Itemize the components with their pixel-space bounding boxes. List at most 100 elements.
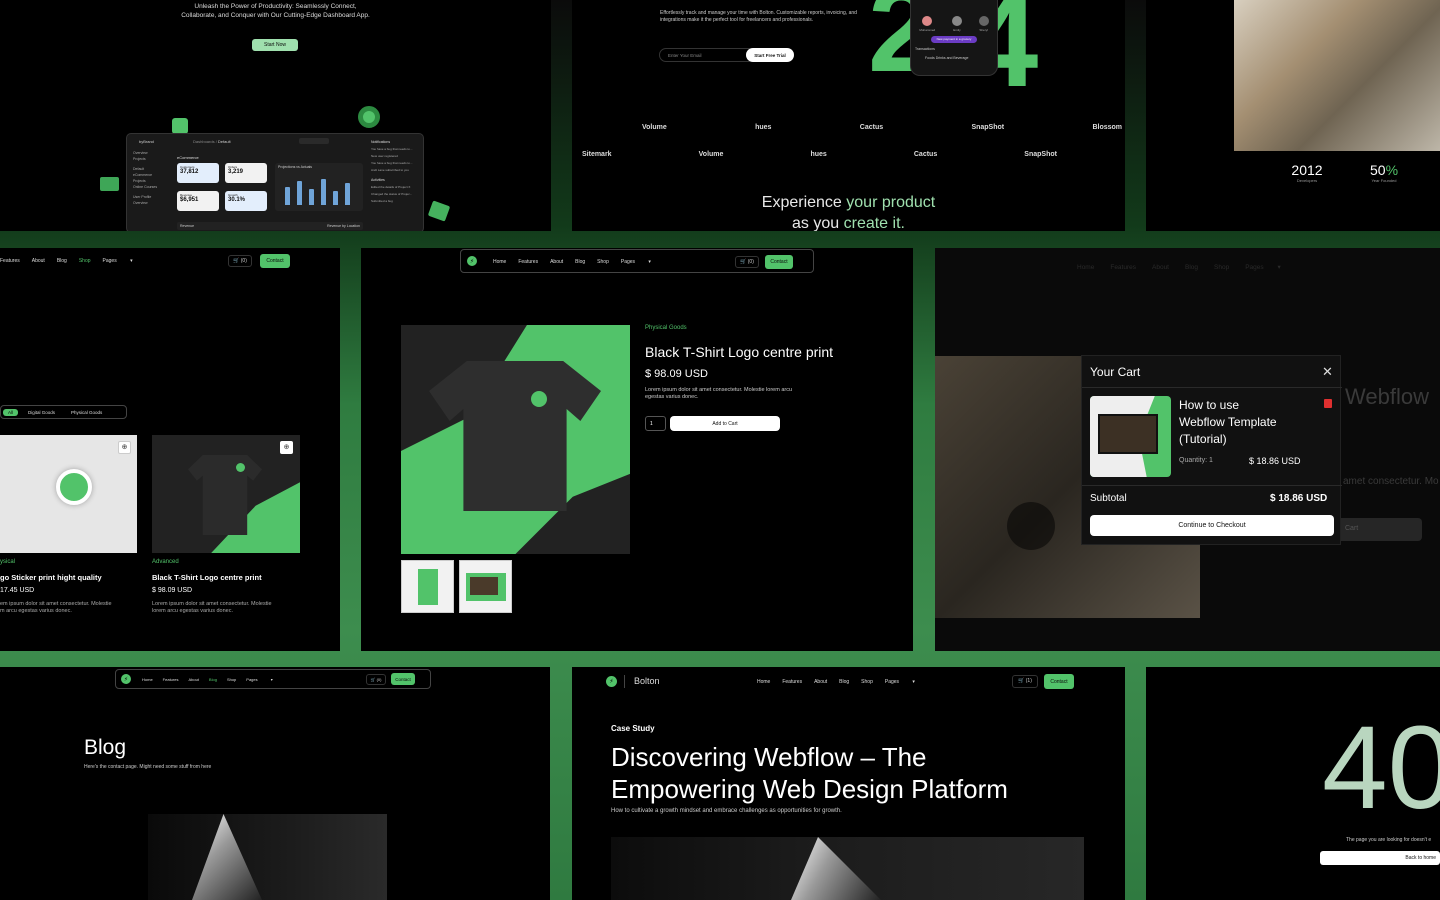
product-card[interactable]: ⊕ <box>152 435 300 553</box>
panel-stats: 2012 Developers 50% Year Founded <box>1146 0 1440 231</box>
nav-home[interactable]: Home <box>493 259 506 265</box>
dashboard-sidebar: Overview Projects Default eCommerce Proj… <box>133 151 158 205</box>
nav-shop[interactable]: Shop <box>597 259 609 265</box>
activity-item: Changed the status of Projec... <box>371 192 413 196</box>
tshirt-logo-icon <box>236 463 245 472</box>
nav-home[interactable]: Home <box>757 679 770 685</box>
product-card[interactable]: ⊕ <box>0 435 137 553</box>
case-study-nav: Home Features About Blog Shop Pages ▾ <box>757 679 927 685</box>
filter-physical-goods[interactable]: Physical Goods <box>71 410 102 415</box>
eyebrow: Case Study <box>611 724 655 733</box>
cart-button[interactable]: 🛒 (0) <box>735 256 759 268</box>
cart-button[interactable]: 🛒 (1) <box>1012 675 1038 688</box>
contact-button[interactable]: Contact <box>260 254 290 268</box>
volume-logo: Volume <box>642 124 667 131</box>
play-icon[interactable] <box>1007 502 1055 550</box>
subtotal-label: Subtotal <box>1090 493 1127 504</box>
bolton-logo-icon[interactable]: ⚡ <box>467 256 477 266</box>
nav-pages[interactable]: Pages ▾ <box>246 677 272 682</box>
hues-logo: hues <box>755 124 772 131</box>
thumbnail-2[interactable] <box>459 560 512 613</box>
nav-blog[interactable]: Blog <box>209 677 217 682</box>
nav-home[interactable]: Home <box>142 677 153 682</box>
hero-tagline-2: Collaborate, and Conquer with Our Cuttin… <box>181 12 370 19</box>
bolton-logo-icon[interactable]: ⚡ <box>121 674 131 684</box>
contact-button[interactable]: Contact <box>391 673 415 685</box>
logo-row-2: Sitemark Volume hues Cactus SnapShot <box>582 151 1057 158</box>
trash-icon[interactable] <box>1324 399 1332 408</box>
add-to-cart-icon[interactable]: ⊕ <box>118 441 131 454</box>
add-to-cart-icon[interactable]: ⊕ <box>280 441 293 454</box>
nav-about[interactable]: About <box>188 677 198 682</box>
nav-features[interactable]: Features <box>163 677 179 682</box>
product-desc: em ipsum dolor sit amet consectetur. Mol… <box>0 601 112 614</box>
product-category: ysical <box>0 559 16 565</box>
email-input[interactable]: Enter Your Email <box>659 48 755 62</box>
activity-item: Edited the details of Project X <box>371 185 411 189</box>
cart-button[interactable]: 🛒 (0) <box>228 255 252 267</box>
add-to-cart-button[interactable]: Add to Cart <box>670 416 780 431</box>
nav-blog[interactable]: Blog <box>57 258 67 264</box>
product-title: Black T-Shirt Logo centre print <box>645 344 834 360</box>
product-title[interactable]: go Sticker print hight quality <box>0 573 102 582</box>
cart-drawer: Your Cart ✕ How to use Webflow Template … <box>1081 355 1342 545</box>
nav-blog[interactable]: Blog <box>575 259 585 265</box>
dashboard-preview: byBrand Dashboards / Default Overview Pr… <box>126 133 424 231</box>
nav-about[interactable]: About <box>32 258 45 264</box>
cart-item-thumbnail <box>1090 396 1171 477</box>
cart-button[interactable]: 🛒 (0) <box>366 674 386 685</box>
panel-404: 40 The page you are looking for doesn't … <box>1146 667 1440 900</box>
chart-bar <box>321 179 326 205</box>
phone-mockup: Mohammed Emily Sheryl New payment in a g… <box>910 0 998 76</box>
nav-features[interactable]: Features <box>518 259 538 265</box>
nav-pages[interactable]: Pages ▾ <box>621 259 651 265</box>
contact-button[interactable]: Contact <box>765 255 793 269</box>
product-category: Physical Goods <box>645 325 687 331</box>
nav-features[interactable]: Features <box>0 258 20 264</box>
contact-button[interactable]: Contact <box>1044 674 1074 689</box>
floating-gem-icon <box>427 200 451 222</box>
checkout-button[interactable]: Continue to Checkout <box>1090 515 1334 536</box>
nav-about[interactable]: About <box>550 259 563 265</box>
hues-logo: hues <box>810 151 827 158</box>
bolton-logo-icon[interactable]: ⚡ <box>606 676 617 687</box>
nav-pages[interactable]: Pages ▾ <box>103 258 133 264</box>
nav-blog[interactable]: Blog <box>839 679 849 685</box>
kpi-card-customers: Customers 37,812 <box>177 163 219 183</box>
cart-title: Your Cart <box>1090 365 1141 379</box>
product-title[interactable]: Black T-Shirt Logo centre print <box>152 573 262 582</box>
bg-text: amet consectetur. Mo <box>1343 476 1439 487</box>
nav-about[interactable]: About <box>814 679 827 685</box>
start-free-trial-button[interactable]: Start Free Trial <box>746 48 794 62</box>
dashboard-section-title: eCommerce <box>177 155 199 160</box>
nav-features[interactable]: Features <box>782 679 802 685</box>
nav-pages[interactable]: Pages ▾ <box>885 679 915 685</box>
article-hero-image <box>611 837 1084 900</box>
kpi-card-orders: Orders 3,219 <box>225 163 267 183</box>
nav-shop[interactable]: Shop <box>79 258 91 264</box>
nav-shop[interactable]: Shop <box>861 679 873 685</box>
nav-shop[interactable]: Shop <box>227 677 236 682</box>
cart-item-title[interactable]: How to use Webflow Template (Tutorial) <box>1179 397 1277 448</box>
cart-item-quantity: Quantity: 1 <box>1179 457 1213 464</box>
back-to-home-button[interactable]: Back to home <box>1320 851 1440 865</box>
filter-all[interactable]: All <box>3 408 19 416</box>
filter-digital-goods[interactable]: Digital Goods <box>28 410 55 415</box>
floating-image-icon <box>100 177 119 191</box>
thumbnail-1[interactable] <box>401 560 454 613</box>
bg-heading: Webflow <box>1345 384 1429 409</box>
quantity-input[interactable]: 1 <box>645 416 666 431</box>
dashboard-app-name: byBrand <box>139 139 154 144</box>
product-desc: Lorem ipsum dolor sit amet consectetur. … <box>152 601 272 614</box>
close-icon[interactable]: ✕ <box>1322 365 1333 378</box>
floating-logo-icon <box>172 118 188 134</box>
dashboard-search-input[interactable] <box>299 138 329 144</box>
notifications-panel: Notifications You have a bug that needs … <box>371 139 423 205</box>
experience-headline: Experience your product as you create it… <box>761 194 936 231</box>
floating-ring-icon <box>358 106 380 128</box>
kpi-card-revenue: Revenue $6,951 <box>177 191 219 211</box>
product-main-image <box>401 325 630 554</box>
start-now-button[interactable]: Start Now <box>252 39 298 51</box>
stat-developers: 2012 Developers <box>1291 162 1323 183</box>
panel-logos: Effortlessly track and manage your time … <box>572 0 1125 231</box>
